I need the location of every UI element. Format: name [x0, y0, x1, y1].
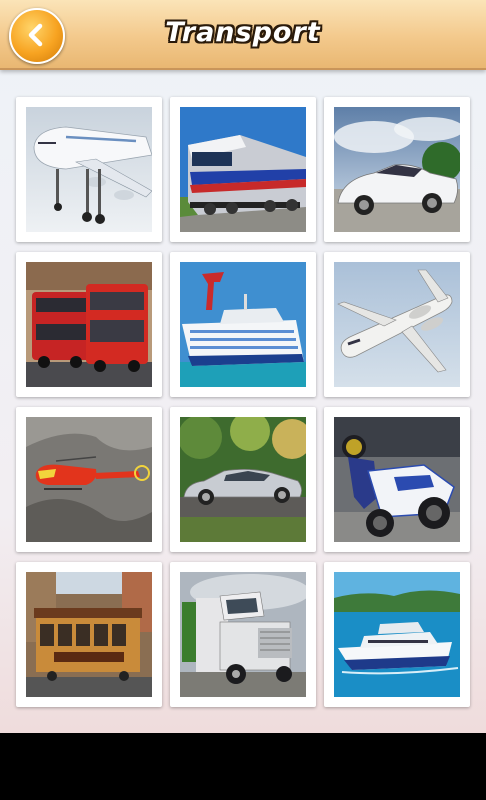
tile-jet[interactable] [324, 252, 470, 397]
top-bar: Transport [0, 0, 486, 70]
tile-truck[interactable] [170, 562, 316, 707]
cable-car-image [26, 572, 152, 697]
app-screen: Transport [0, 0, 486, 733]
car-image [180, 417, 306, 542]
airplane-image [26, 107, 152, 232]
tile-motorcycle[interactable] [324, 407, 470, 552]
yacht-image [334, 572, 460, 697]
tile-cable-car[interactable] [16, 562, 162, 707]
bus-image [26, 262, 152, 387]
truck-image [180, 572, 306, 697]
helicopter-image [26, 417, 152, 542]
jet-image [334, 262, 460, 387]
train-image [180, 107, 306, 232]
tile-cruise-ship[interactable] [170, 252, 316, 397]
tile-yacht[interactable] [324, 562, 470, 707]
tile-airplane[interactable] [16, 97, 162, 242]
page-title: Transport [165, 17, 321, 48]
motorcycle-image [334, 417, 460, 542]
tile-sports-car[interactable] [324, 97, 470, 242]
cruise-ship-image [180, 262, 306, 387]
tile-train[interactable] [170, 97, 316, 242]
transport-grid [16, 97, 472, 707]
tile-double-decker-bus[interactable] [16, 252, 162, 397]
system-bar [0, 733, 486, 800]
tile-helicopter[interactable] [16, 407, 162, 552]
sports-car-image [334, 107, 460, 232]
tile-car[interactable] [170, 407, 316, 552]
